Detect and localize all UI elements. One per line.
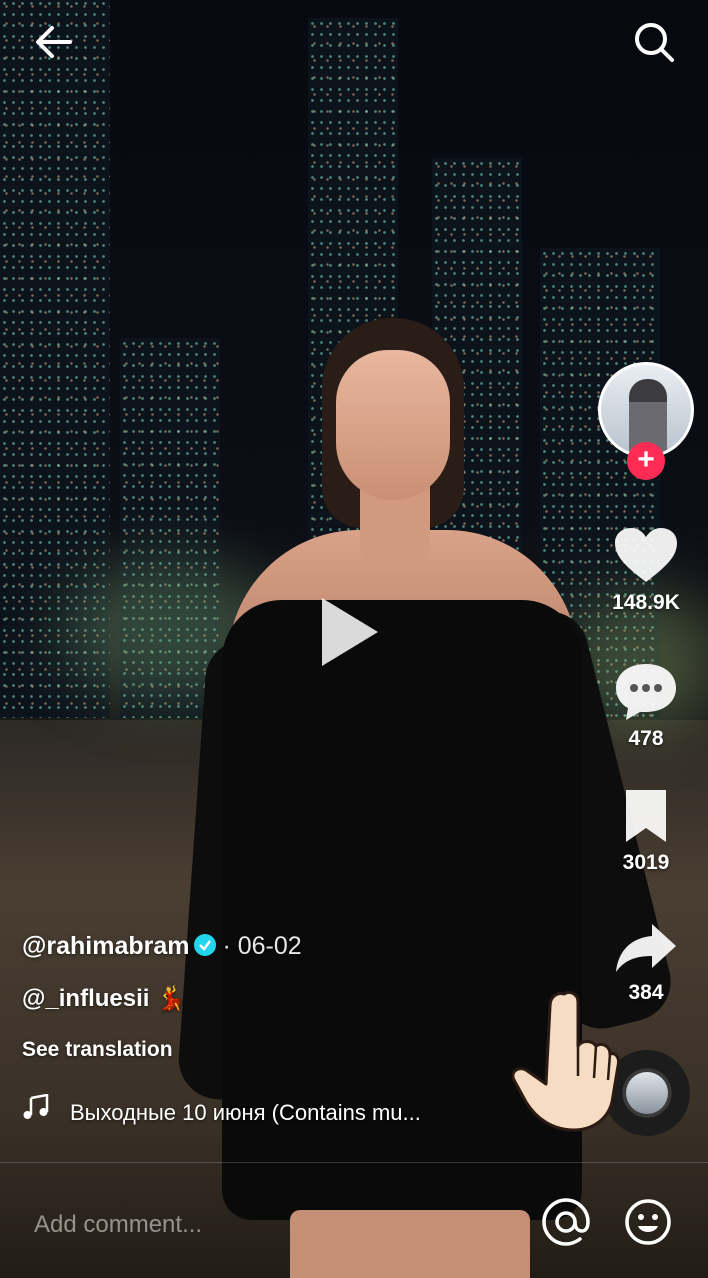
bookmark-button[interactable]: 3019: [598, 786, 694, 875]
see-translation-link[interactable]: See translation: [22, 1038, 173, 1062]
post-caption[interactable]: @_influesii 💃: [22, 984, 186, 1013]
comment-button[interactable]: 478: [598, 660, 694, 751]
divider: [0, 1162, 708, 1163]
music-note-icon: [22, 1093, 52, 1126]
share-arrow-icon: [616, 924, 676, 972]
music-row[interactable]: Выходные 10 июня (Contains mu...: [22, 1093, 421, 1126]
emoji-button[interactable]: [622, 1196, 674, 1248]
heart-icon: [615, 528, 677, 582]
like-count: 148.9K: [612, 591, 680, 614]
follow-button[interactable]: +: [627, 442, 665, 480]
mention-button[interactable]: [540, 1196, 592, 1248]
search-button[interactable]: [628, 18, 680, 66]
like-button[interactable]: 148.9K: [598, 526, 694, 615]
comment-count: 478: [628, 727, 664, 750]
post-meta: @rahimabram · 06-02: [22, 932, 302, 961]
smiley-icon: [625, 1199, 671, 1245]
bookmark-count: 3019: [622, 851, 670, 874]
play-icon[interactable]: [322, 598, 378, 666]
verified-badge-icon: [193, 934, 216, 956]
username-link[interactable]: @rahimabram: [22, 932, 190, 960]
arrow-left-icon: [36, 26, 72, 58]
search-icon: [635, 23, 674, 62]
back-button[interactable]: [30, 20, 78, 64]
comment-bubble-icon: [616, 664, 676, 720]
bookmark-icon: [626, 790, 666, 842]
music-cover-avatar: [626, 1072, 668, 1114]
post-date: · 06-02: [222, 932, 302, 960]
music-title: Выходные 10 июня (Contains mu...: [70, 1100, 421, 1125]
comment-input[interactable]: [32, 1200, 516, 1250]
at-sign-icon: [542, 1198, 590, 1246]
person-face: [336, 350, 450, 500]
tap-hand-icon: [511, 984, 622, 1134]
